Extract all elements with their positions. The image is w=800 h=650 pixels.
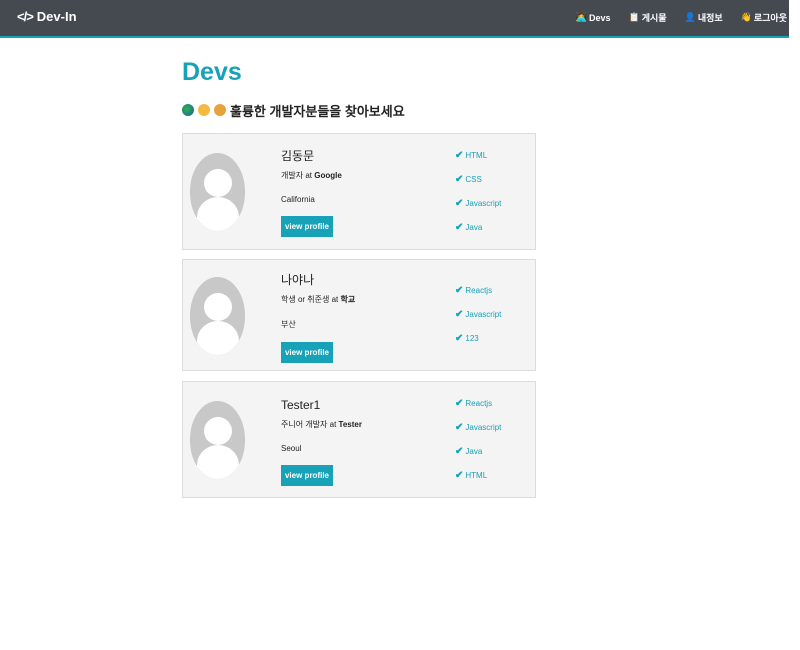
check-icon: ✔ xyxy=(455,174,464,185)
developer-icon xyxy=(198,104,210,116)
nav-links: 👩‍💻 Devs 📋 게시물 👤 내정보 👋 로그아웃 xyxy=(576,11,787,24)
skills-list: ✔ Reactjs ✔ Javascript ✔ 123 xyxy=(455,286,501,358)
skill-item: ✔ Java xyxy=(455,223,501,247)
profile-name: 김동문 xyxy=(281,149,315,163)
check-icon: ✔ xyxy=(455,309,464,320)
nav-link-devs[interactable]: 👩‍💻 Devs xyxy=(576,11,611,24)
avatar xyxy=(190,277,245,355)
avatar xyxy=(190,401,245,479)
connector: at xyxy=(305,171,312,180)
view-profile-button[interactable]: view profile xyxy=(281,465,333,486)
posts-icon: 📋 xyxy=(628,12,640,22)
raising-hand-icon xyxy=(214,104,226,116)
lead-text: 훌륭한 개발자분들을 찾아보세요 xyxy=(182,101,536,119)
skills-list: ✔ HTML ✔ CSS ✔ Javascript ✔ Java xyxy=(455,151,501,247)
profile-status: 주니어 개발자 at Tester xyxy=(281,419,362,430)
profile-status: 개발자 at Google xyxy=(281,170,342,181)
check-icon: ✔ xyxy=(455,285,464,296)
nav-link-label: 로그아웃 xyxy=(753,13,787,23)
profile-status: 학생 or 취준생 at 학교 xyxy=(281,294,355,305)
globe-icon xyxy=(182,104,194,116)
user-icon: 👤 xyxy=(684,12,696,22)
nav-link-label: 게시물 xyxy=(641,13,667,23)
profile-location: 부산 xyxy=(281,320,296,329)
code-icon: </> xyxy=(17,9,34,24)
connector: at xyxy=(331,295,339,304)
navbar: </> Dev-In 👩‍💻 Devs 📋 게시물 👤 내정보 👋 로그아웃 xyxy=(0,0,789,38)
skill-label: Reactjs xyxy=(465,286,493,295)
skill-label: Javascript xyxy=(465,423,502,432)
nav-link-my-info[interactable]: 👤 내정보 xyxy=(685,11,723,24)
profile-name: Tester1 xyxy=(281,398,321,412)
profile-card: Tester1 주니어 개발자 at Tester Seoul view pro… xyxy=(182,381,536,498)
skill-item: ✔ Reactjs xyxy=(455,286,501,310)
profile-role: 학생 or 취준생 xyxy=(281,295,330,304)
nav-link-logout[interactable]: 👋 로그아웃 xyxy=(741,11,787,24)
skill-item: ✔ Javascript xyxy=(455,423,501,447)
wave-hand-icon: 👋 xyxy=(740,12,752,22)
check-icon: ✔ xyxy=(455,446,464,457)
skill-item: ✔ Javascript xyxy=(455,310,501,334)
view-profile-button[interactable]: view profile xyxy=(281,342,333,363)
main-container: Devs 훌륭한 개발자분들을 찾아보세요 김동문 개발자 at Google … xyxy=(182,56,536,498)
check-icon: ✔ xyxy=(455,333,464,344)
check-icon: ✔ xyxy=(455,198,464,209)
check-icon: ✔ xyxy=(455,470,464,481)
nav-link-label: 내정보 xyxy=(697,13,723,23)
skill-label: Java xyxy=(465,447,483,456)
skill-label: 123 xyxy=(465,334,479,343)
skill-label: Javascript xyxy=(465,310,502,319)
developers-icon: 👩‍💻 xyxy=(575,12,588,22)
profile-role: 개발자 xyxy=(281,171,304,180)
skill-label: Reactjs xyxy=(465,399,493,408)
skill-item: ✔ CSS xyxy=(455,175,501,199)
brand-label: Dev-In xyxy=(36,9,77,24)
skill-label: HTML xyxy=(465,151,488,160)
brand-link[interactable]: </> Dev-In xyxy=(17,9,77,24)
skill-item: ✔ HTML xyxy=(455,471,501,495)
skill-label: Javascript xyxy=(465,199,502,208)
skill-label: CSS xyxy=(465,175,482,184)
skill-item: ✔ Javascript xyxy=(455,199,501,223)
skill-item: ✔ HTML xyxy=(455,151,501,175)
avatar xyxy=(190,153,245,231)
profile-location: Seoul xyxy=(281,444,302,453)
skill-item: ✔ Reactjs xyxy=(455,399,501,423)
profile-card: 김동문 개발자 at Google California view profil… xyxy=(182,133,536,250)
nav-link-label: Devs xyxy=(589,12,611,23)
profile-location: California xyxy=(281,195,315,204)
nav-link-posts[interactable]: 📋 게시물 xyxy=(629,11,667,24)
skill-item: ✔ 123 xyxy=(455,334,501,358)
profile-company: Tester xyxy=(338,420,362,429)
profile-card: 나야나 학생 or 취준생 at 학교 부산 view profile ✔ Rea… xyxy=(182,259,536,371)
skill-label: HTML xyxy=(465,471,488,480)
check-icon: ✔ xyxy=(455,422,464,433)
skill-label: Java xyxy=(465,223,483,232)
check-icon: ✔ xyxy=(455,222,464,233)
profile-name: 나야나 xyxy=(281,273,315,287)
profile-company: Google xyxy=(314,171,342,180)
lead-label: 훌륭한 개발자분들을 찾아보세요 xyxy=(230,103,405,119)
page-title: Devs xyxy=(182,58,242,86)
connector: at xyxy=(329,420,337,429)
profile-role: 주니어 개발자 xyxy=(281,420,328,429)
check-icon: ✔ xyxy=(455,398,464,409)
skills-list: ✔ Reactjs ✔ Javascript ✔ Java ✔ HTML xyxy=(455,399,501,495)
check-icon: ✔ xyxy=(455,150,464,161)
view-profile-button[interactable]: view profile xyxy=(281,216,333,237)
profile-company: 학교 xyxy=(340,295,356,304)
skill-item: ✔ Java xyxy=(455,447,501,471)
